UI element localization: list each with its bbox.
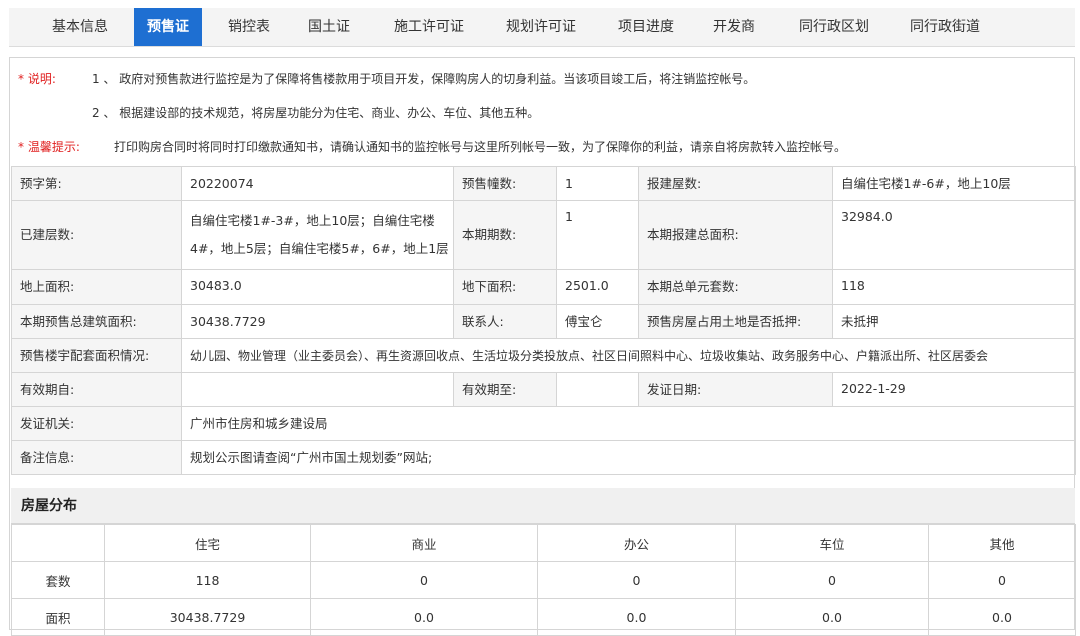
above-area-value: 30483.0 [181,269,454,305]
presale-buildings-label: 预售幢数: [453,166,557,201]
tab-developer[interactable]: 开发商 [699,11,769,43]
distribution-col-header: 住宅 [104,524,311,562]
units-label: 本期总单元套数: [638,269,833,305]
contact-label: 联系人: [453,304,557,339]
remarks-label: 备注信息: [11,440,182,475]
distribution-cell: 30438.7729 [104,598,311,636]
distribution-col-header: 其他 [928,524,1076,562]
phase-total-area-label: 本期报建总面积: [638,200,833,270]
presale-total-area-value: 30438.7729 [181,304,454,339]
tab-planning-permit[interactable]: 规划许可证 [491,11,591,43]
issue-date-label: 发证日期: [638,372,833,407]
mortgage-value: 未抵押 [832,304,1076,339]
tab-presale-cert[interactable]: 预售证 [134,8,202,46]
tab-land-cert[interactable]: 国土证 [294,11,364,43]
facilities-label: 预售楼宇配套面积情况: [11,338,182,373]
authority-value: 广州市住房和城乡建设局 [181,406,1076,441]
valid-from-value [181,372,454,407]
distribution-row-label: 套数 [11,561,105,599]
presale-info-table: 预字第: 20220074 预售幢数: 1 报建屋数: 自编住宅楼1#-6#，地… [11,166,1076,475]
distribution-cell: 0.0 [928,598,1076,636]
built-floors-label: 已建层数: [11,200,182,270]
distribution-cell: 0 [735,561,929,599]
distribution-cell: 118 [104,561,311,599]
explain-line-2: 2 、 根据建设部的技术规范，将房屋功能分为住宅、商业、办公、车位、其他五种。 [92,106,540,120]
tab-construction-permit[interactable]: 施工许可证 [379,11,479,43]
distribution-col-header: 商业 [310,524,538,562]
distribution-corner [11,524,105,562]
phase-label: 本期期数: [453,200,557,270]
tab-sales-control[interactable]: 销控表 [214,11,284,43]
distribution-cell: 0 [928,561,1076,599]
tab-project-progress[interactable]: 项目进度 [606,11,686,43]
explain-line-1: 1 、 政府对预售款进行监控是为了保障将售楼款用于项目开发，保障购房人的切身利益… [92,72,756,86]
distribution-cell: 0 [310,561,538,599]
distribution-col-header: 办公 [537,524,736,562]
presale-no-label: 预字第: [11,166,182,201]
presale-total-area-label: 本期预售总建筑面积: [11,304,182,339]
valid-from-label: 有效期自: [11,372,182,407]
distribution-cell: 0.0 [310,598,538,636]
units-value: 118 [832,269,1076,305]
distribution-table: 住宅 商业 办公 车位 其他 套数 118 0 0 0 0 面积 30438.7… [11,524,1076,636]
remarks-value: 规划公示图请查阅“广州市国土规划委”网站; [181,440,1076,475]
distribution-cell: 0.0 [735,598,929,636]
table-row: 套数 118 0 0 0 0 [11,561,1076,599]
distribution-cell: 0 [537,561,736,599]
tab-same-district[interactable]: 同行政区划 [784,11,884,43]
contact-value: 傅宝仑 [556,304,639,339]
authority-label: 发证机关: [11,406,182,441]
tab-basic-info[interactable]: 基本信息 [35,11,125,43]
distribution-col-header: 车位 [735,524,929,562]
below-area-value: 2501.0 [556,269,639,305]
explain-label: * 说明: [18,72,56,86]
tab-bar: 基本信息 预售证 销控表 国土证 施工许可证 规划许可证 项目进度 开发商 同行… [9,8,1075,47]
above-area-label: 地上面积: [11,269,182,305]
valid-to-label: 有效期至: [453,372,557,407]
facilities-value: 幼儿园、物业管理（业主委员会）、再生资源回收点、生活垃圾分类投放点、社区日间照料… [181,338,1076,373]
below-area-label: 地下面积: [453,269,557,305]
mortgage-label: 预售房屋占用土地是否抵押: [638,304,833,339]
tip-text: 打印购房合同时将同时打印缴款通知书，请确认通知书的监控帐号与这里所列帐号一致，为… [114,140,847,154]
presale-no-value: 20220074 [181,166,454,201]
table-row: 面积 30438.7729 0.0 0.0 0.0 0.0 [11,598,1076,636]
distribution-cell: 0.0 [537,598,736,636]
distribution-row-label: 面积 [11,598,105,636]
reported-floors-label: 报建屋数: [638,166,833,201]
built-floors-value: 自编住宅楼1#-3#，地上10层；自编住宅楼4#，地上5层；自编住宅楼5#，6#… [181,200,454,270]
tip-label: * 温馨提示: [18,140,80,154]
reported-floors-value: 自编住宅楼1#-6#，地上10层 [832,166,1076,201]
issue-date-value: 2022-1-29 [832,372,1076,407]
distribution-title: 房屋分布 [11,488,1075,524]
phase-total-area-value: 32984.0 [832,200,1076,270]
tab-same-street[interactable]: 同行政街道 [895,11,995,43]
phase-value: 1 [556,200,639,270]
presale-buildings-value: 1 [556,166,639,201]
valid-to-value [556,372,639,407]
